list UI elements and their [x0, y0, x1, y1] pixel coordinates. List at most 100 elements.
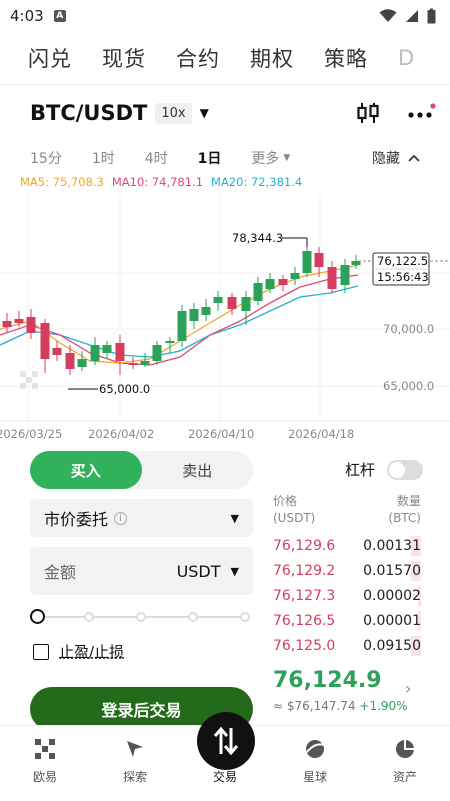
- candlestick-icon[interactable]: [356, 101, 380, 125]
- wifi-icon: [379, 9, 397, 22]
- timeframe-1h[interactable]: 1时: [92, 148, 115, 168]
- hide-chart-button[interactable]: 隐藏: [372, 148, 420, 168]
- ask-price: 76,127.3: [273, 587, 336, 604]
- nav-assets[interactable]: 资产: [360, 726, 450, 801]
- tab-more[interactable]: D: [398, 46, 415, 70]
- qty-unit: (BTC): [388, 511, 421, 525]
- amount-slider[interactable]: [30, 609, 253, 625]
- slider-handle[interactable]: [30, 609, 45, 624]
- chevron-right-icon[interactable]: ›: [405, 679, 411, 698]
- candle-body: [241, 297, 251, 311]
- amount-input[interactable]: 金额 USDT ▼: [30, 547, 253, 595]
- battery-icon: [427, 8, 436, 24]
- timeframe-row: 15分 1时 4时 1日 更多 ▼ 隐藏: [0, 141, 450, 175]
- amount-unit: USDT: [176, 561, 221, 581]
- order-type-value: 市价委托: [44, 510, 109, 529]
- leverage-label: 杠杆: [345, 461, 376, 479]
- last-price[interactable]: 76,124.9: [273, 668, 382, 693]
- ask-row[interactable]: 76,129.2 0.01570: [273, 558, 421, 583]
- ma-legend: MA5: 75,708.3 MA10: 74,781.1 MA20: 72,38…: [0, 175, 450, 193]
- candle-body: [278, 279, 288, 285]
- qty-header: 数量: [396, 494, 421, 508]
- tab-strategy[interactable]: 策略: [324, 43, 368, 73]
- ask-qty: 0.00002: [363, 587, 421, 604]
- nav-explore-label: 探索: [122, 770, 147, 784]
- ask-price: 76,129.6: [273, 537, 336, 554]
- slider-stop[interactable]: [136, 612, 146, 622]
- candle-body: [65, 353, 75, 369]
- candle-body: [102, 345, 112, 353]
- info-icon[interactable]: i: [114, 511, 128, 525]
- candle-body: [177, 311, 187, 341]
- candle-body: [77, 359, 87, 367]
- price-chart[interactable]: 78,344.3 65,000.0 70,000.0 65,000.0 2026…: [0, 193, 450, 441]
- notification-a-icon: A: [53, 10, 66, 22]
- candle-body: [213, 297, 223, 303]
- tpsl-label[interactable]: 止盈/止损: [59, 641, 124, 662]
- tab-futures[interactable]: 合约: [176, 43, 220, 73]
- status-bar: 4:03 A: [0, 0, 450, 32]
- candle-body: [128, 363, 138, 365]
- ask-row[interactable]: 76,129.6 0.00131: [273, 533, 421, 558]
- candle-body: [189, 309, 199, 321]
- leverage-toggle[interactable]: [387, 459, 424, 480]
- sell-tab[interactable]: 卖出: [142, 451, 254, 489]
- timeframe-1d[interactable]: 1日: [198, 148, 222, 168]
- tab-options[interactable]: 期权: [250, 43, 294, 73]
- trade-panel: 买入 卖出 杠杆 市价委托 i ▼ 金额 USDT ▼ 止盈/止损 登录后交易 …: [0, 441, 450, 736]
- ask-row[interactable]: 76,126.5 0.00001: [273, 608, 421, 633]
- last-price-sub: ≈ $76,147.74 +1.90%: [273, 699, 408, 713]
- candle-body: [26, 317, 36, 333]
- candle-body: [290, 273, 300, 279]
- ma5-label: MA5: 75,708.3: [20, 175, 104, 189]
- trade-fab[interactable]: [197, 712, 255, 770]
- nav-planet-label: 星球: [302, 770, 327, 784]
- caret-down-icon: ▼: [230, 564, 239, 578]
- x-tick-label: 2026/04/10: [188, 427, 254, 441]
- compass-icon: [127, 741, 143, 757]
- amount-unit-select[interactable]: USDT ▼: [177, 562, 239, 581]
- top-tabs: 闪兑 现货 合约 期权 策略 D: [0, 32, 450, 84]
- y-tick-label: 70,000.0: [383, 322, 434, 336]
- slider-stop[interactable]: [188, 612, 198, 622]
- leverage-switch-row: 杠杆: [345, 459, 424, 480]
- leverage-badge[interactable]: 10x: [155, 102, 192, 124]
- pair-selector[interactable]: BTC/USDT: [30, 101, 147, 125]
- tpsl-checkbox-row[interactable]: 止盈/止损: [33, 641, 124, 662]
- ask-row[interactable]: 76,127.3 0.00002: [273, 583, 421, 608]
- candlestick-chart[interactable]: 78,344.3 65,000.0 70,000.0 65,000.0 2026…: [0, 193, 450, 441]
- timeframe-4h[interactable]: 4时: [145, 148, 168, 168]
- okx-logo-icon: [35, 739, 55, 759]
- ask-qty: 0.01570: [363, 562, 421, 579]
- slider-stop[interactable]: [240, 612, 250, 622]
- planet-icon: [305, 740, 325, 758]
- tpsl-checkbox[interactable]: [33, 643, 49, 660]
- ask-qty: 0.00001: [363, 612, 421, 629]
- ask-price: 76,129.2: [273, 562, 336, 579]
- slider-stop[interactable]: [84, 612, 94, 622]
- nav-okx[interactable]: 欧易: [0, 726, 90, 801]
- nav-planet[interactable]: 星球: [270, 726, 360, 801]
- timeframe-more[interactable]: 更多 ▼: [251, 148, 290, 168]
- timeframe-15m[interactable]: 15分: [30, 148, 62, 168]
- ask-row[interactable]: 76,125.0 0.09150: [273, 633, 421, 658]
- last-price-tag-value: 76,122.5: [377, 254, 428, 268]
- buy-tab[interactable]: 买入: [30, 451, 142, 489]
- candle-body: [90, 345, 100, 361]
- pie-chart-icon: [396, 740, 414, 758]
- high-price-label: 78,344.3: [232, 231, 283, 245]
- caret-down-icon[interactable]: ▼: [200, 106, 209, 120]
- caret-down-icon: ▼: [230, 511, 239, 525]
- more-icon[interactable]: [408, 103, 436, 123]
- tab-convert[interactable]: 闪兑: [28, 43, 72, 73]
- tab-spot[interactable]: 现货: [102, 43, 146, 73]
- last-price-usd: ≈ $76,147.74: [273, 699, 356, 713]
- nav-explore[interactable]: 探索: [90, 726, 180, 801]
- candle-body: [253, 283, 263, 301]
- order-type-select[interactable]: 市价委托 i ▼: [30, 499, 253, 537]
- candle-body: [340, 265, 350, 285]
- ask-qty: 0.00131: [363, 537, 421, 554]
- ask-price: 76,125.0: [273, 637, 336, 654]
- ma10-label: MA10: 74,781.1: [111, 175, 204, 189]
- x-tick-label: 2026/04/02: [88, 427, 154, 441]
